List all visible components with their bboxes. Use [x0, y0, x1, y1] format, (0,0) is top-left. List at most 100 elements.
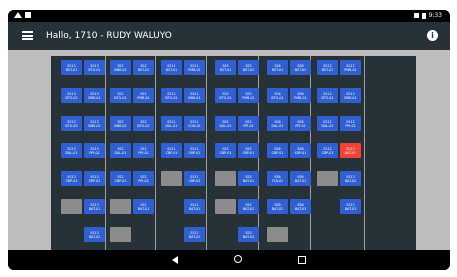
alert-icon [14, 12, 22, 18]
equipment-tile[interactable]: SS5 PMB-01 [238, 88, 259, 103]
equipment-tile[interactable]: SS12 BST-01 [317, 60, 338, 75]
equipment-tile[interactable]: SS5 BAT-02 [238, 199, 259, 214]
equipment-tile[interactable]: SS6 BAT-02 [267, 199, 288, 214]
status-bar: 9:33 [8, 10, 450, 22]
equipment-tile[interactable]: SS2 BAT-01 [133, 199, 154, 214]
equipment-tile[interactable]: SS11 CBP-01 [161, 143, 182, 158]
tile-equipment: PPI-02 [138, 178, 149, 183]
equipment-tile[interactable]: SS6 BTG-01 [267, 88, 288, 103]
equipment-tile[interactable]: SS13 CBP-01 [61, 171, 82, 186]
equipment-tile[interactable]: SS6 BAT-01 [290, 171, 311, 186]
equipment-tile[interactable]: SS6 BST-02 [290, 60, 311, 75]
equipment-tile[interactable]: SS5 BST-02 [238, 60, 259, 75]
tile-equipment: BTG-02 [137, 123, 150, 128]
equipment-tile[interactable]: SS12 PPI-01 [340, 116, 361, 131]
equipment-tile[interactable]: SS11 BST-01 [161, 60, 182, 75]
column-divider [105, 56, 106, 250]
equipment-tile[interactable]: SS12 DAL-01 [317, 116, 338, 131]
equipment-tile[interactable]: SS11 DAL-01 [161, 116, 182, 131]
equipment-tile[interactable]: SS11 BAT-02 [184, 227, 205, 242]
empty-slot[interactable] [317, 171, 338, 186]
equipment-tile[interactable]: SS6 DAL-01 [267, 116, 288, 131]
equipment-tile[interactable]: SS12 BAT-03 [340, 199, 361, 214]
equipment-tile[interactable]: SS13 DAL-01 [61, 143, 82, 158]
back-icon[interactable] [172, 256, 178, 264]
hamburger-menu-icon[interactable] [22, 31, 33, 40]
equipment-tile[interactable]: SS2 BST-02 [133, 60, 154, 75]
empty-slot[interactable] [267, 227, 288, 242]
empty-slot[interactable] [215, 199, 236, 214]
equipment-tile[interactable]: SS6 PPI-01 [290, 116, 311, 131]
equipment-tile[interactable]: SS2 DAL-01 [110, 143, 131, 158]
equipment-tile[interactable]: SS12 BNR-01 [340, 88, 361, 103]
equipment-tile[interactable]: SS13 BNR-01 [84, 88, 105, 103]
equipment-tile[interactable]: SS11 CON-01 [184, 116, 205, 131]
equipment-tile[interactable]: SS13 BST-01 [61, 60, 82, 75]
equipment-tile[interactable]: SS12 BAT-01 [340, 143, 361, 158]
tile-equipment: BST-01 [271, 67, 284, 72]
equipment-tile[interactable]: SS13 BTG-01 [84, 60, 105, 75]
tile-equipment: BAT-01 [137, 206, 150, 211]
equipment-tile[interactable]: SS6 FLR-01 [267, 171, 288, 186]
tile-equipment: BAT-02 [271, 206, 284, 211]
tile-equipment: SRP-01 [188, 150, 201, 155]
equipment-tile[interactable]: SS11 PMB-01 [184, 60, 205, 75]
equipment-tile[interactable]: SS2 PPI-01 [133, 143, 154, 158]
recents-icon[interactable] [298, 256, 306, 264]
equipment-tile[interactable]: SS12 BTG-01 [317, 88, 338, 103]
equipment-tile[interactable]: SS6 SRP-01 [290, 143, 311, 158]
equipment-tile[interactable]: SS2 BTG-01 [110, 88, 131, 103]
equipment-tile[interactable]: SS2 PMB-01 [133, 88, 154, 103]
tablet-frame: 9:33 Hallo, 1710 - RUDY WALUYO i SS13 BST… [8, 10, 450, 270]
empty-slot[interactable] [161, 171, 182, 186]
home-icon[interactable] [234, 255, 242, 263]
empty-slot[interactable] [61, 199, 82, 214]
equipment-tile[interactable]: SS13 BAT-01 [84, 199, 105, 214]
equipment-tile[interactable]: SS6 BAT-03 [290, 199, 311, 214]
equipment-tile[interactable]: SS11 SRP-01 [184, 143, 205, 158]
tile-equipment: PPI-01 [345, 123, 356, 128]
equipment-tile[interactable]: SS5 SRP-01 [238, 143, 259, 158]
equipment-tile[interactable]: SS5 BAT-01 [238, 171, 259, 186]
equipment-tile[interactable]: SS13 BTG-02 [61, 88, 82, 103]
equipment-tile[interactable]: SS12 BAT-02 [340, 171, 361, 186]
info-icon[interactable]: i [427, 30, 438, 41]
tile-equipment: DAL-01 [271, 123, 284, 128]
equipment-tile[interactable]: SS6 PMB-01 [290, 88, 311, 103]
equipment-tile[interactable]: SS13 BAT-02 [84, 227, 105, 242]
tile-equipment: CBP-01 [165, 150, 178, 155]
equipment-tile[interactable]: SS5 DAL-01 [215, 116, 236, 131]
equipment-tile[interactable]: SS12 PMB-01 [340, 60, 361, 75]
equipment-tile[interactable]: SS6 BST-01 [267, 60, 288, 75]
page-title: Hallo, 1710 - RUDY WALUYO [46, 31, 172, 41]
equipment-tile[interactable]: SS5 PPI-01 [238, 116, 259, 131]
tile-equipment: BAT-02 [344, 178, 357, 183]
equipment-tile[interactable]: SS5 BTG-01 [215, 88, 236, 103]
equipment-tile[interactable]: SS11 BAT-01 [184, 199, 205, 214]
equipment-tile[interactable]: SS5 BAT-03 [238, 227, 259, 242]
empty-slot[interactable] [110, 199, 131, 214]
equipment-tile[interactable]: SS2 PPI-02 [133, 171, 154, 186]
equipment-tile[interactable]: SS2 BTG-02 [133, 116, 154, 131]
equipment-tile[interactable]: SS11 BTG-01 [161, 88, 182, 103]
equipment-tile[interactable]: SS5 CBP-01 [215, 143, 236, 158]
equipment-tile[interactable]: SS12 CBP-01 [317, 143, 338, 158]
equipment-tile[interactable]: SS2 BNR-02 [110, 116, 131, 131]
equipment-tile[interactable]: SS13 SRP-01 [84, 171, 105, 186]
tile-equipment: BAT-03 [294, 206, 307, 211]
empty-slot[interactable] [215, 171, 236, 186]
equipment-tile[interactable]: SS2 BNR-01 [110, 60, 131, 75]
tile-equipment: CBP-01 [321, 150, 334, 155]
equipment-tile[interactable]: SS13 BTG-03 [61, 116, 82, 131]
empty-slot[interactable] [110, 227, 131, 242]
tile-equipment: BNR-01 [344, 95, 357, 100]
tile-equipment: PMB-01 [344, 67, 357, 72]
equipment-tile[interactable]: SS11 BNR-01 [184, 88, 205, 103]
equipment-tile[interactable]: SS11 CBP-02 [184, 171, 205, 186]
equipment-tile[interactable]: SS13 BNR-02 [84, 116, 105, 131]
equipment-tile[interactable]: SS2 CBP-01 [110, 171, 131, 186]
equipment-tile[interactable]: SS5 BST-01 [215, 60, 236, 75]
equipment-tile[interactable]: SS6 CBP-01 [267, 143, 288, 158]
tile-equipment: BAT-01 [344, 150, 357, 155]
equipment-tile[interactable]: SS13 PPI-01 [84, 143, 105, 158]
